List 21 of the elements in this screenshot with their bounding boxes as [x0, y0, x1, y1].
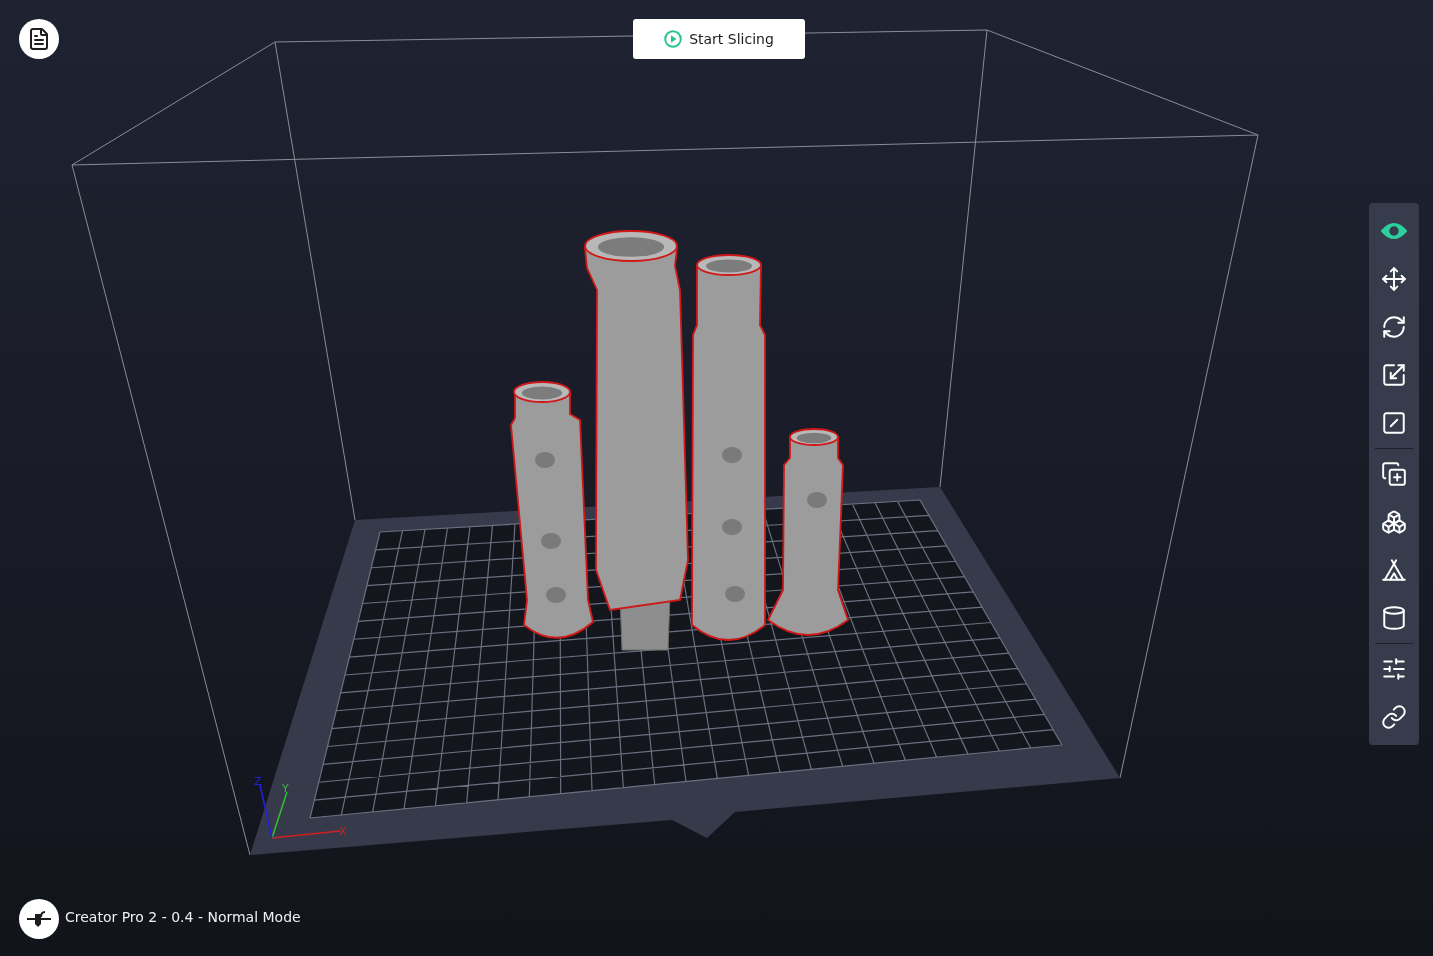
square-slash-icon: [1381, 410, 1407, 436]
start-slicing-button[interactable]: Start Slicing: [633, 19, 805, 59]
link-icon: [1381, 704, 1407, 730]
sliders-icon: [1381, 656, 1407, 682]
rotate-icon: [1381, 314, 1407, 340]
axis-label: Y: [282, 782, 289, 795]
copy-plus-icon: [1381, 461, 1407, 487]
3d-viewport[interactable]: X Y Z Start Slicing Creator Pro 2 - 0.4 - Normal Mode: [0, 0, 1433, 956]
eye-icon: [1381, 222, 1407, 240]
nozzle-icon: [26, 910, 52, 928]
document-button[interactable]: [19, 19, 59, 59]
boxes-icon: [1381, 509, 1407, 535]
move-arrows-icon: [1381, 266, 1407, 292]
printer-button[interactable]: [19, 899, 59, 939]
axis-label: X: [339, 825, 347, 838]
scale-icon: [1381, 362, 1407, 388]
axis-label: Z: [254, 775, 262, 788]
document-icon: [27, 27, 51, 51]
cylinder-icon: [1381, 605, 1407, 631]
printer-profile-label: Creator Pro 2 - 0.4 - Normal Mode: [65, 909, 301, 925]
play-icon: [664, 30, 683, 48]
